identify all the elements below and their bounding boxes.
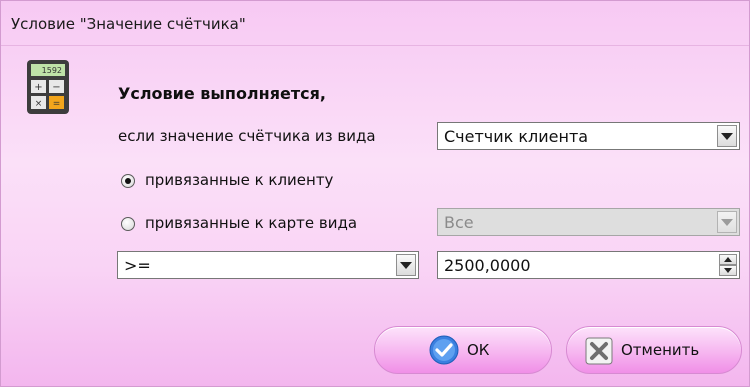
chevron-down-icon (400, 261, 412, 269)
radio-client-label[interactable]: привязанные к клиенту (145, 171, 333, 189)
cancel-icon (585, 337, 613, 365)
card-type-select: Все (437, 208, 740, 236)
radio-client[interactable] (121, 174, 135, 188)
cancel-button[interactable]: Отменить (566, 326, 742, 374)
counter-type-label: если значение счётчика из вида (118, 127, 376, 145)
chevron-up-icon (724, 257, 732, 262)
dialog-title: Условие "Значение счётчика" (11, 15, 246, 33)
svg-text:1592: 1592 (42, 66, 62, 75)
counter-type-value: Счетчик клиента (444, 127, 589, 146)
counter-type-dropdown-button[interactable] (717, 125, 737, 147)
svg-text:=: = (53, 99, 61, 109)
checkmark-icon (429, 335, 459, 365)
condition-dialog: Условие "Значение счётчика" 1592 + − × =… (0, 0, 750, 387)
calculator-icon: 1592 + − × = (27, 60, 69, 114)
operator-select[interactable]: >= (117, 251, 419, 279)
ok-button-label: ОК (467, 341, 490, 359)
ok-button[interactable]: ОК (374, 326, 552, 374)
value-increment-button[interactable] (719, 254, 737, 265)
card-type-value: Все (444, 213, 474, 232)
operator-dropdown-button[interactable] (396, 254, 416, 276)
value-input[interactable]: 2500,0000 (437, 251, 740, 279)
value-input-text[interactable]: 2500,0000 (444, 256, 531, 275)
svg-text:×: × (35, 99, 43, 109)
svg-text:+: + (34, 82, 42, 93)
chevron-down-icon (721, 218, 733, 226)
counter-type-select[interactable]: Счетчик клиента (437, 122, 740, 150)
radio-card-label[interactable]: привязанные к карте вида (145, 214, 357, 232)
condition-heading: Условие выполняется, (118, 84, 326, 103)
value-decrement-button[interactable] (719, 265, 737, 276)
operator-value: >= (124, 256, 151, 275)
radio-selected-dot (125, 178, 131, 184)
chevron-down-icon (721, 132, 733, 140)
cancel-button-label: Отменить (621, 341, 700, 359)
svg-text:−: − (52, 82, 60, 93)
card-type-dropdown-button (717, 211, 737, 233)
title-divider (1, 45, 749, 46)
radio-card[interactable] (121, 217, 135, 231)
chevron-down-icon (724, 268, 732, 273)
